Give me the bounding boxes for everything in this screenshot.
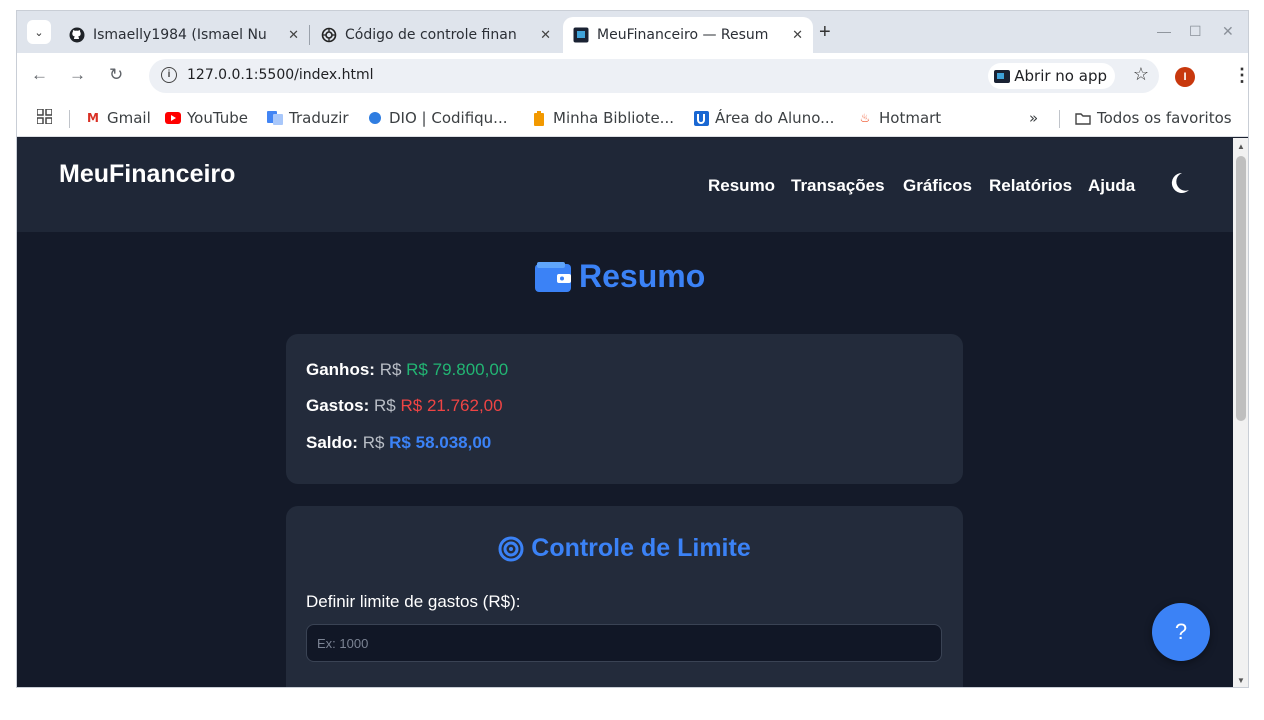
tab-title: Código de controle finan [345,27,517,43]
limit-title: Controle de Limite [286,534,963,563]
income-label: Ganhos: [306,360,375,379]
url-text[interactable]: 127.0.0.1:5500/index.html [187,67,374,83]
gmail-icon: M [87,111,99,125]
bookmark-label: Minha Bibliote... [553,109,674,127]
income-row: Ganhos: R$ R$ 79.800,00 [306,360,508,380]
web-page: MeuFinanceiro Resumo Transações Gráficos… [17,138,1233,687]
all-bookmarks-button[interactable]: Todos os favoritos [1075,109,1232,127]
bookmark-label: DIO | Codifiqu... [389,109,508,127]
new-tab-button[interactable]: + [819,21,831,44]
student-icon [693,110,709,126]
balance-label: Saldo: [306,433,358,452]
expenses-label: Gastos: [306,396,370,415]
currency-prefix: R$ [374,396,396,415]
youtube-icon [165,111,181,125]
openai-icon [321,27,337,43]
bookmark-youtube[interactable]: YouTube [165,109,248,127]
apps-grid-icon[interactable] [37,109,52,124]
bookmark-student-area[interactable]: Área do Aluno... [693,109,834,127]
bookmarks-bar: M Gmail YouTube Traduzir DIO | Codifiqu.… [17,99,1248,137]
tab-title: MeuFinanceiro — Resum [597,27,769,43]
help-button[interactable]: ? [1152,603,1210,661]
limit-input[interactable] [306,624,942,662]
close-tab-icon[interactable]: ✕ [288,28,299,43]
all-bookmarks-label: Todos os favoritos [1097,109,1232,127]
bookmark-label: Traduzir [289,109,349,127]
bookmark-label: YouTube [187,109,248,127]
browser-toolbar: ← → ↻ i 127.0.0.1:5500/index.html Abrir … [17,53,1248,99]
tab-strip: ⌄ Ismaelly1984 (Ismael Nu ✕ Código de co… [17,11,1248,53]
scrollbar-thumb[interactable] [1236,156,1246,421]
currency-prefix: R$ [362,433,385,452]
nav-link-ajuda[interactable]: Ajuda [1088,176,1135,196]
nav-link-transacoes[interactable]: Transações [791,176,885,196]
site-brand[interactable]: MeuFinanceiro [59,160,235,189]
bookmark-gmail[interactable]: M Gmail [85,109,151,127]
nav-link-graficos[interactable]: Gráficos [903,176,972,196]
profile-avatar[interactable]: I [1175,67,1195,87]
summary-card: Ganhos: R$ R$ 79.800,00 Gastos: R$ R$ 21… [286,334,963,484]
page-title: Resumo [535,258,705,295]
folder-icon [1075,111,1091,125]
tab-chatgpt[interactable]: Código de controle finan ✕ [311,17,561,53]
wallet-icon [535,261,571,292]
bookmark-label: Gmail [107,109,151,127]
bookmark-library[interactable]: Minha Bibliote... [531,109,674,127]
site-header: MeuFinanceiro Resumo Transações Gráficos… [17,138,1233,232]
translate-icon [267,111,283,125]
close-tab-icon[interactable]: ✕ [540,28,551,43]
back-icon[interactable]: ← [31,65,48,85]
tab-divider [309,25,310,45]
bookmarks-divider [69,110,70,128]
open-in-app-label: Abrir no app [1014,67,1107,85]
close-tab-icon[interactable]: ✕ [792,28,803,43]
bookmark-star-icon[interactable]: ☆ [1133,64,1149,85]
app-icon [994,69,1011,83]
maximize-icon[interactable]: ☐ [1189,23,1202,40]
tab-search-button[interactable]: ⌄ [27,20,51,44]
address-bar[interactable]: i 127.0.0.1:5500/index.html Abrir no app… [149,59,1159,93]
hotmart-icon: ♨ [859,111,871,125]
page-scrollbar[interactable]: ▲ ▼ [1233,138,1248,687]
scroll-down-arrow-icon[interactable]: ▼ [1237,676,1245,685]
github-icon [69,27,85,43]
scroll-up-arrow-icon[interactable]: ▲ [1237,142,1245,151]
moon-icon[interactable] [1167,171,1191,195]
tab-title: Ismaelly1984 (Ismael Nu [93,27,267,43]
bookmark-label: Área do Aluno... [715,109,835,127]
bookmark-label: Hotmart [879,109,942,127]
summary-title: Resumo [579,258,706,294]
close-window-icon[interactable]: ✕ [1222,23,1234,40]
browser-menu-icon[interactable]: ⋮ [1233,65,1248,86]
library-icon [531,110,547,126]
site-info-icon[interactable]: i [161,67,177,83]
balance-row: Saldo: R$ R$ 58.038,00 [306,433,491,453]
bookmark-translate[interactable]: Traduzir [267,109,349,127]
limit-card: Controle de Limite Definir limite de gas… [286,506,963,687]
forward-icon[interactable]: → [69,65,86,85]
bookmark-dio[interactable]: DIO | Codifiqu... [367,109,508,127]
nav-link-resumo[interactable]: Resumo [708,176,775,196]
reload-icon[interactable]: ↻ [109,65,123,85]
nav-link-relatorios[interactable]: Relatórios [989,176,1072,196]
more-bookmarks-button[interactable]: » [1029,109,1038,127]
limit-title-text: Controle de Limite [531,534,751,562]
limit-label: Definir limite de gastos (R$): [306,592,521,611]
tab-meufinanceiro[interactable]: MeuFinanceiro — Resum ✕ [563,17,813,53]
expenses-value: R$ 21.762,00 [400,396,503,415]
currency-prefix: R$ [379,360,402,379]
minimize-icon[interactable]: — [1157,23,1171,39]
income-value: R$ 79.800,00 [406,360,509,379]
open-in-app-button[interactable]: Abrir no app [988,63,1115,89]
bookmark-hotmart[interactable]: ♨ Hotmart [857,109,942,127]
site-favicon [573,27,589,43]
browser-window: ⌄ Ismaelly1984 (Ismael Nu ✕ Código de co… [16,10,1249,688]
balance-value: R$ 58.038,00 [389,433,492,452]
target-icon [498,536,524,561]
tab-github[interactable]: Ismaelly1984 (Ismael Nu ✕ [59,17,309,53]
expenses-row: Gastos: R$ R$ 21.762,00 [306,396,503,416]
bookmarks-divider [1059,110,1060,128]
dio-icon [367,111,383,125]
